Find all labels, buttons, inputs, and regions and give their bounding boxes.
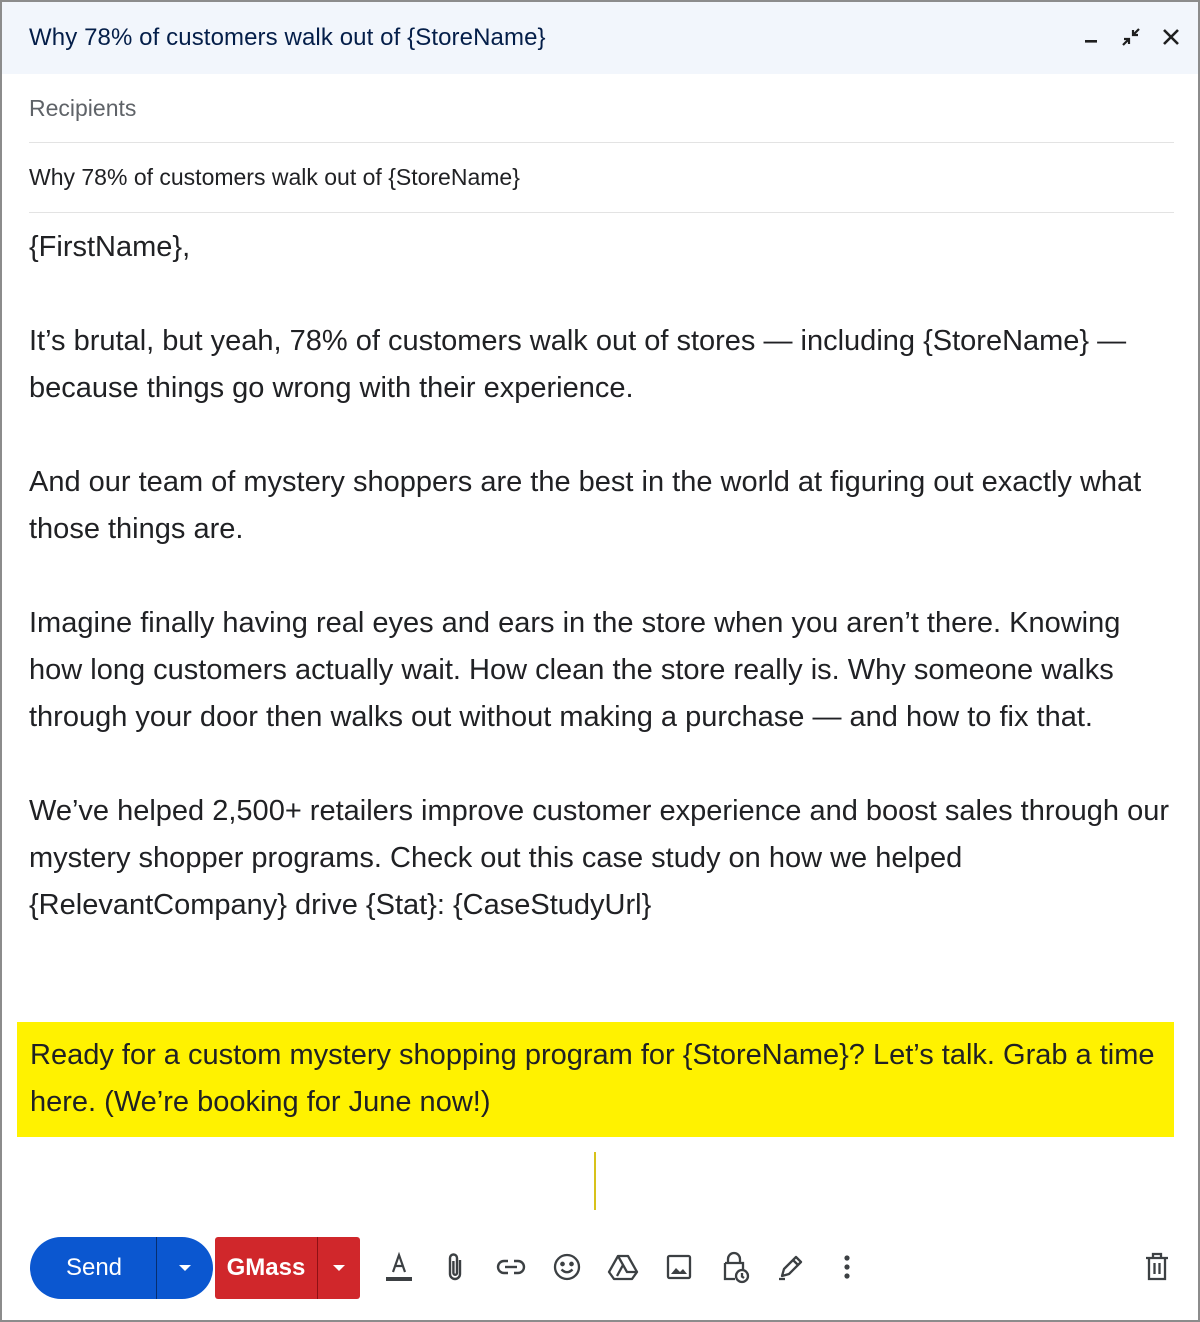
gmass-options-button[interactable]	[318, 1237, 360, 1299]
image-icon[interactable]	[662, 1247, 696, 1287]
highlighted-cta-paragraph: Ready for a custom mystery shopping prog…	[17, 1022, 1174, 1137]
signature-pen-icon[interactable]	[774, 1247, 808, 1287]
more-options-icon[interactable]	[830, 1247, 864, 1287]
minimize-icon[interactable]	[1078, 24, 1104, 50]
confidential-lock-icon[interactable]	[718, 1247, 752, 1287]
caret-down-icon	[333, 1265, 345, 1271]
compose-title-bar[interactable]: Why 78% of customers walk out of {StoreN…	[2, 2, 1198, 74]
send-button-group: Send	[30, 1237, 213, 1299]
message-body[interactable]: {FirstName}, It’s brutal, but yeah, 78% …	[29, 224, 1179, 976]
body-paragraph-2: And our team of mystery shoppers are the…	[29, 466, 1142, 545]
link-icon[interactable]	[494, 1247, 528, 1287]
subject-field[interactable]: Why 78% of customers walk out of {StoreN…	[29, 143, 1174, 213]
compose-toolbar: Send GMass	[30, 1237, 360, 1299]
gmass-button-group: GMass	[215, 1237, 360, 1299]
exit-fullscreen-icon[interactable]	[1118, 24, 1144, 50]
close-icon[interactable]	[1158, 24, 1184, 50]
send-options-button[interactable]	[157, 1237, 213, 1299]
recipients-field[interactable]: Recipients	[29, 74, 1174, 143]
body-paragraph-4: We’ve helped 2,500+ retailers improve cu…	[29, 795, 1169, 921]
send-button[interactable]: Send	[30, 1237, 156, 1299]
emoji-icon[interactable]	[550, 1247, 584, 1287]
text-cursor	[594, 1152, 596, 1210]
subject-value: Why 78% of customers walk out of {StoreN…	[29, 164, 520, 190]
caret-down-icon	[179, 1265, 191, 1271]
body-greeting: {FirstName},	[29, 231, 191, 263]
attach-icon[interactable]	[438, 1247, 472, 1287]
window-controls	[1078, 24, 1184, 50]
body-paragraph-3: Imagine finally having real eyes and ear…	[29, 607, 1121, 733]
compose-title: Why 78% of customers walk out of {StoreN…	[29, 24, 546, 51]
recipients-placeholder: Recipients	[29, 94, 137, 121]
text-format-icon[interactable]	[382, 1247, 416, 1287]
gmass-button[interactable]: GMass	[215, 1237, 317, 1299]
trash-icon[interactable]	[1140, 1247, 1174, 1287]
drive-icon[interactable]	[606, 1247, 640, 1287]
formatting-icons	[382, 1247, 886, 1287]
compose-window: Why 78% of customers walk out of {StoreN…	[0, 0, 1200, 1322]
body-paragraph-1: It’s brutal, but yeah, 78% of customers …	[29, 325, 1127, 404]
